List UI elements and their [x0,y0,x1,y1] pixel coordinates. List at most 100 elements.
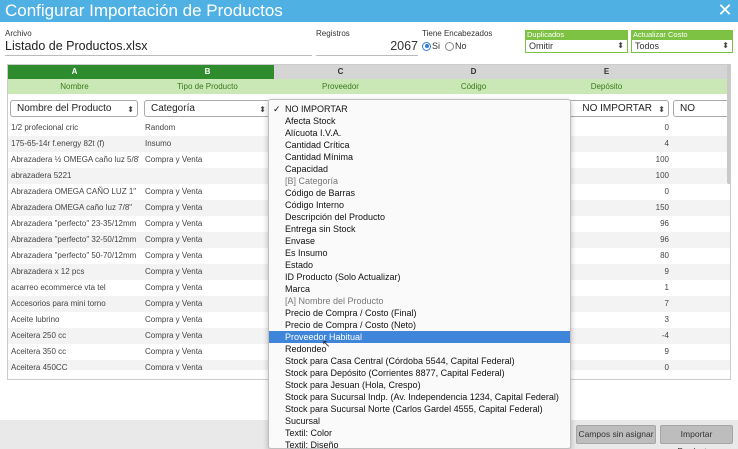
radio-no-button[interactable] [445,41,454,51]
radio-no[interactable]: No [445,41,467,51]
dropdown-item[interactable]: Sucursal [269,415,570,427]
column-letter-d: D [407,65,540,79]
cell-tipo: Compra y Venta [145,283,203,292]
cell-nombre: Abrazadera ½ OMEGA caño luz 5/8" [11,155,139,164]
dropdown-item[interactable]: Stock para Sucursal Norte (Carlos Gardel… [269,403,570,415]
cell-deposito: -4 [661,331,669,340]
cell-tipo: Compra y Venta [145,251,203,260]
dropdown-item-highlighted[interactable]: Proveedor Habitual [269,331,570,343]
cell-deposito: 96 [660,219,669,228]
mapping-select-b[interactable]: Categoría ⬍ [144,100,270,117]
campos-sin-asignar-button[interactable]: Campos sin asignar [576,425,656,444]
mapping-select-f[interactable]: NO IMPORT [673,100,730,117]
column-letter-a: A [8,65,141,79]
duplicados-label: Duplicados [525,30,628,39]
dropdown-item[interactable]: Stock para Sucursal Indp. (Av. Independe… [269,391,570,403]
radio-si-label: Si [432,41,441,51]
radio-si-button[interactable] [422,41,431,51]
cell-deposito: 150 [655,203,669,212]
cell-nombre: 1/2 profecional cric [11,123,79,132]
dropdown-item[interactable]: Stock para Jesuan (Hola, Crespo) [269,379,570,391]
dropdown-item[interactable]: Cantidad Mínima [269,151,570,163]
column-mapping-dropdown[interactable]: ✓ NO IMPORTAR Afecta Stock Alícuota I.V.A… [268,99,571,449]
mapping-value-a: Nombre del Producto [17,103,112,114]
actualizar-costo-value: Todos [635,41,660,51]
dropdown-item[interactable]: Afecta Stock [269,115,570,127]
cell-deposito: 0 [664,363,669,370]
dropdown-item[interactable]: Descripción del Producto [269,211,570,223]
cell-nombre: Accesorios para mini torno [11,299,106,308]
grid-scrollbar[interactable] [727,64,731,184]
cell-deposito: 100 [655,155,669,164]
cell-nombre: acarreo ecommerce vta tel [11,283,106,292]
cell-tipo: Compra y Venta [145,315,203,324]
cell-tipo: Compra y Venta [145,299,203,308]
cell-nombre: Aceite lubrino [11,315,60,324]
cell-deposito: 1 [664,283,669,292]
select-arrows-icon: ⬍ [658,105,665,114]
importar-productos-button[interactable]: Importar Productos [660,425,733,449]
file-name-field[interactable]: Listado de Productos.xlsx [5,38,312,56]
mouse-pointer-icon: ↖ [322,339,331,350]
dropdown-item[interactable]: ✓ NO IMPORTAR [269,103,570,115]
column-letter-b: B [141,65,274,79]
cell-tipo: Compra y Venta [145,363,203,370]
dropdown-item[interactable]: Cantidad Crítica [269,139,570,151]
select-arrows-icon: ⬍ [127,105,134,114]
registros-count: 2067 [316,38,418,56]
cell-nombre: Abrazadera x 12 pcs [11,267,85,276]
dropdown-item[interactable]: ID Producto (Solo Actualizar) [269,271,570,283]
dropdown-item-disabled: [B] Categoría [285,176,339,186]
cell-tipo: Compra y Venta [145,235,203,244]
dropdown-item[interactable]: Código de Barras [269,187,570,199]
cell-nombre: abrazadera 5221 [11,171,72,180]
mapping-value-e: NO IMPORTAR [582,103,652,114]
dropdown-item[interactable]: Stock para Casa Central (Córdoba 5544, C… [269,355,570,367]
cell-deposito: 100 [655,171,669,180]
cell-deposito: 80 [660,251,669,260]
dropdown-item[interactable]: Marca [269,283,570,295]
checkmark-icon: ✓ [273,104,281,114]
dropdown-item[interactable]: Alícuota I.V.A. [269,127,570,139]
dropdown-item[interactable]: Precio de Compra / Costo (Neto) [269,319,570,331]
archivo-label: Archivo [5,29,32,38]
cell-tipo [145,168,270,184]
cell-nombre: Abrazadera "perfecto" 32-50/12mm [11,235,137,244]
dropdown-item[interactable]: Entrega sin Stock [269,223,570,235]
radio-si[interactable]: Si [422,41,440,51]
cell-nombre: Abrazadera "perfecto" 50-70/12mm [11,251,137,260]
column-letter-f [673,65,730,79]
dropdown-item[interactable]: Stock para Depósito (Corrientes 8877, Ca… [269,367,570,379]
dropdown-item[interactable]: Estado [269,259,570,271]
actualizar-costo-select[interactable]: Todos ⬍ [631,39,733,53]
column-name-d: Código [407,79,540,94]
cell-deposito: 4 [664,139,669,148]
dropdown-item[interactable]: Código Interno [269,199,570,211]
mapping-value-b: Categoría [151,103,195,114]
cell-tipo: Compra y Venta [145,155,203,164]
dropdown-item[interactable]: Es Insumo [269,247,570,259]
cell-deposito: 9 [664,347,669,356]
dropdown-item[interactable]: Envase [269,235,570,247]
column-name-a: Nombre [8,79,141,94]
cell-deposito: 96 [660,235,669,244]
mapping-select-a[interactable]: Nombre del Producto ⬍ [10,100,138,117]
close-icon[interactable]: ✕ [716,0,734,21]
cell-tipo: Insumo [145,139,172,148]
duplicados-select[interactable]: Omitir ⬍ [525,39,628,53]
radio-no-label: No [455,41,467,51]
dropdown-item[interactable]: Redondeo [269,343,570,355]
cell-tipo: Compra y Venta [145,219,203,228]
cell-deposito: 7 [664,299,669,308]
select-arrows-icon: ⬍ [722,41,729,50]
select-arrows-icon: ⬍ [617,41,624,50]
cell-tipo: Compra y Venta [145,331,203,340]
column-name-b: Tipo de Producto [141,79,274,94]
cell-nombre: Aceitera 250 cc [11,331,67,340]
cell-tipo: Compra y Venta [145,203,203,212]
dropdown-item[interactable]: Textil: Diseño [269,439,570,448]
dropdown-item[interactable]: Capacidad [269,163,570,175]
dropdown-item[interactable]: Precio de Compra / Costo (Final) [269,307,570,319]
dropdown-item[interactable]: Textil: Color [269,427,570,439]
column-letter-c: C [274,65,407,79]
